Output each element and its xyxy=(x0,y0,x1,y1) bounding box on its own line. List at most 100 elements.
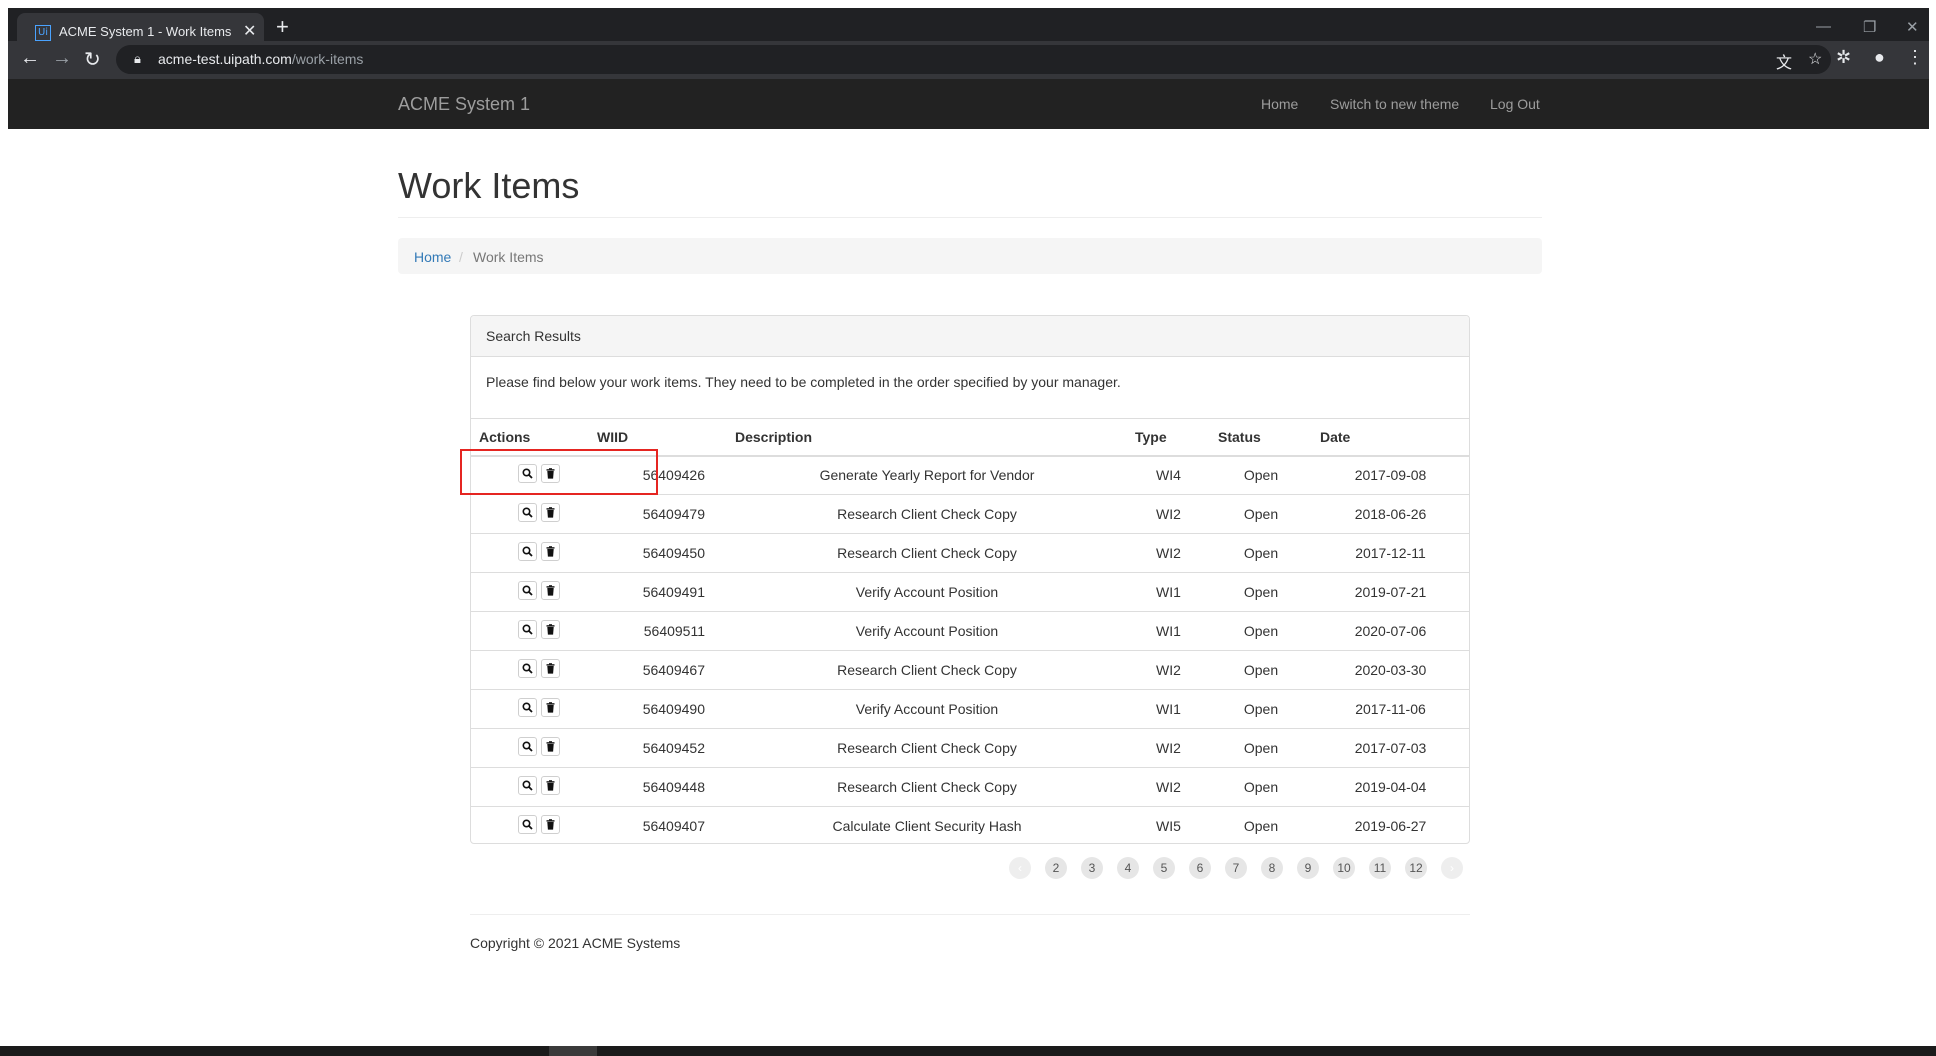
delete-button[interactable] xyxy=(541,737,560,756)
column-header-description: Description xyxy=(727,418,1127,457)
panel-heading-title: Search Results xyxy=(486,328,581,344)
translate-icon[interactable]: 文 xyxy=(1776,49,1792,73)
pagination-next-button[interactable]: › xyxy=(1441,857,1463,879)
row-actions xyxy=(471,806,589,846)
profile-avatar-icon[interactable]: ● xyxy=(1874,47,1885,68)
url-text[interactable]: acme-test.uipath.com/work-items xyxy=(158,51,363,67)
close-window-icon[interactable]: ✕ xyxy=(1906,18,1919,36)
view-details-button[interactable] xyxy=(518,737,537,756)
table-row: 56409491 Verify Account Position WI1 Open 20… xyxy=(471,572,1469,612)
uipath-favicon-icon: Ui xyxy=(35,25,51,41)
delete-button[interactable] xyxy=(541,776,560,795)
highlight-box xyxy=(460,449,658,495)
pagination-page-4[interactable]: 4 xyxy=(1117,857,1139,879)
pagination-page-2[interactable]: 2 xyxy=(1045,857,1067,879)
table-row: 56409490 Verify Account Position WI1 Open 20… xyxy=(471,689,1469,729)
url-path: /work-items xyxy=(291,51,364,67)
view-details-button[interactable] xyxy=(518,698,537,717)
cell-type: WI1 xyxy=(1127,689,1210,729)
extensions-puzzle-icon[interactable]: ✲ xyxy=(1836,47,1851,68)
pagination-page-5[interactable]: 5 xyxy=(1153,857,1175,879)
delete-button[interactable] xyxy=(541,698,560,717)
new-tab-icon[interactable]: + xyxy=(276,14,289,40)
delete-button[interactable] xyxy=(541,503,560,522)
page-title: Work Items xyxy=(398,165,580,206)
browser-toolbar: ← → ↻ 🔒︎ acme-test.uipath.com/work-items… xyxy=(8,41,1929,79)
cell-status: Open xyxy=(1210,611,1312,651)
star-bookmark-icon[interactable]: ☆ xyxy=(1808,49,1822,69)
cell-date: 2019-06-27 xyxy=(1312,806,1469,846)
view-details-button[interactable] xyxy=(518,776,537,795)
row-actions xyxy=(471,533,589,573)
row-actions xyxy=(471,611,589,651)
table-row: 56409452 Research Client Check Copy WI2 Ope… xyxy=(471,728,1469,768)
cell-description: Research Client Check Copy xyxy=(727,767,1127,807)
table-body: 56409426 Generate Yearly Report for Vendo… xyxy=(471,455,1469,846)
cell-status: Open xyxy=(1210,572,1312,612)
table-row: 56409450 Research Client Check Copy WI2 Ope… xyxy=(471,533,1469,573)
row-actions xyxy=(471,689,589,729)
delete-button[interactable] xyxy=(541,542,560,561)
table-row: 56409479 Research Client Check Copy WI2 Ope… xyxy=(471,494,1469,534)
view-details-button[interactable] xyxy=(518,815,537,835)
table-row: 56409511 Verify Account Position WI1 Open 20… xyxy=(471,611,1469,651)
cell-wiid: 56409407 xyxy=(589,806,727,846)
view-details-button[interactable] xyxy=(518,620,537,639)
cell-wiid: 56409467 xyxy=(589,650,727,690)
pagination-prev-button[interactable]: ‹ xyxy=(1009,857,1031,879)
cell-description: Research Client Check Copy xyxy=(727,494,1127,534)
breadcrumb-home-link[interactable]: Home xyxy=(414,249,451,265)
pagination-page-7[interactable]: 7 xyxy=(1225,857,1247,879)
browser-tab-strip: Ui ACME System 1 - Work Items ✕ + — ❐ ✕ xyxy=(8,8,1929,51)
pagination: ‹ 2 3 4 5 6 7 8 9 10 11 12 › xyxy=(1009,857,1463,879)
view-details-button[interactable] xyxy=(518,659,537,678)
close-tab-icon[interactable]: ✕ xyxy=(243,21,256,41)
cell-type: WI2 xyxy=(1127,494,1210,534)
lock-icon: 🔒︎ xyxy=(134,51,141,66)
menu-kebab-icon[interactable]: ⋮ xyxy=(1906,47,1924,68)
table-row: 56409407 Calculate Client Security Hash WI… xyxy=(471,806,1469,846)
cell-type: WI5 xyxy=(1127,806,1210,846)
column-header-type: Type xyxy=(1127,418,1210,457)
cell-status: Open xyxy=(1210,767,1312,807)
minimize-window-icon[interactable]: — xyxy=(1816,18,1831,35)
view-details-button[interactable] xyxy=(518,581,537,600)
cell-date: 2018-06-26 xyxy=(1312,494,1469,534)
back-arrow-icon[interactable]: ← xyxy=(20,47,40,70)
cell-description: Verify Account Position xyxy=(727,572,1127,612)
pagination-page-8[interactable]: 8 xyxy=(1261,857,1283,879)
forward-arrow-icon[interactable]: → xyxy=(52,47,72,70)
cell-wiid: 56409490 xyxy=(589,689,727,729)
pagination-page-10[interactable]: 10 xyxy=(1333,857,1355,879)
view-details-button[interactable] xyxy=(518,503,537,522)
pagination-page-11[interactable]: 11 xyxy=(1369,857,1391,879)
cell-status: Open xyxy=(1210,533,1312,573)
table-row: 56409467 Research Client Check Copy WI2 Ope… xyxy=(471,650,1469,690)
taskbar-app-icon[interactable] xyxy=(549,1046,597,1056)
delete-button[interactable] xyxy=(541,659,560,678)
cell-type: WI4 xyxy=(1127,455,1210,495)
nav-link-logout[interactable]: Log Out xyxy=(1490,96,1540,112)
brand-link[interactable]: ACME System 1 xyxy=(398,94,530,115)
restore-window-icon[interactable]: ❐ xyxy=(1863,18,1876,36)
cell-date: 2019-07-21 xyxy=(1312,572,1469,612)
pagination-page-6[interactable]: 6 xyxy=(1189,857,1211,879)
pagination-page-12[interactable]: 12 xyxy=(1405,857,1427,879)
reload-icon[interactable]: ↻ xyxy=(84,47,101,72)
delete-button[interactable] xyxy=(541,815,560,835)
pagination-page-9[interactable]: 9 xyxy=(1297,857,1319,879)
pagination-page-3[interactable]: 3 xyxy=(1081,857,1103,879)
address-bar[interactable]: 🔒︎ acme-test.uipath.com/work-items 文 ☆ xyxy=(116,45,1831,74)
delete-button[interactable] xyxy=(541,620,560,639)
cell-description: Research Client Check Copy xyxy=(727,650,1127,690)
cell-wiid: 56409448 xyxy=(589,767,727,807)
view-details-button[interactable] xyxy=(518,542,537,561)
delete-button[interactable] xyxy=(541,581,560,600)
nav-link-switch-theme[interactable]: Switch to new theme xyxy=(1330,96,1459,112)
nav-link-home[interactable]: Home xyxy=(1261,96,1298,112)
cell-status: Open xyxy=(1210,494,1312,534)
cell-date: 2017-12-11 xyxy=(1312,533,1469,573)
footer-divider xyxy=(470,914,1470,915)
cell-description: Research Client Check Copy xyxy=(727,728,1127,768)
breadcrumb-separator: / xyxy=(459,249,463,265)
